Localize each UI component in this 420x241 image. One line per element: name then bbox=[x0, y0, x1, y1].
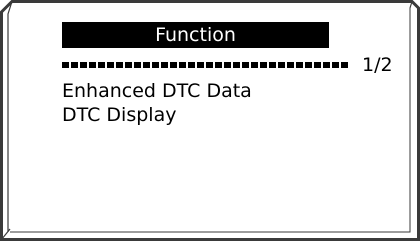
lcd-screen: Function 1/2 Enhanced DTC Data DTC Displ… bbox=[10, 8, 414, 238]
function-title-bar: Function bbox=[62, 22, 329, 48]
menu-item-dtc-display[interactable]: DTC Display bbox=[62, 103, 176, 127]
dashed-separator bbox=[62, 62, 349, 68]
menu-item-enhanced-dtc-data[interactable]: Enhanced DTC Data bbox=[62, 79, 252, 103]
page-title: Function bbox=[155, 24, 236, 46]
page-indicator: 1/2 bbox=[362, 54, 393, 76]
